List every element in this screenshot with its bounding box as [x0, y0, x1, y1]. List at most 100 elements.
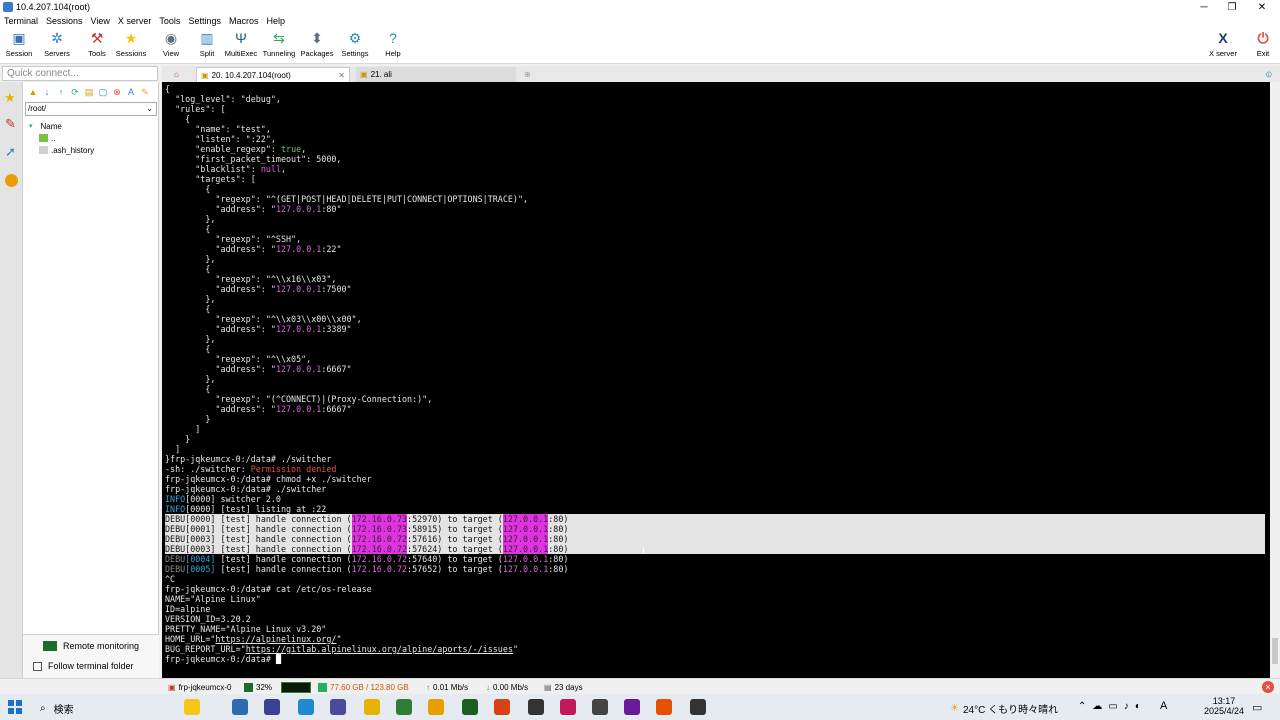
terminal-text: { [165, 84, 171, 94]
home-tab-icon[interactable]: ⌂ [170, 67, 194, 82]
taskbar-app-icon[interactable] [264, 699, 280, 715]
terminal-text: 127.0.0.1 [275, 284, 322, 294]
terminal-line: "regexp": "^SSH", [165, 234, 1265, 244]
taskbar-app-icon[interactable] [528, 699, 544, 715]
properties-icon[interactable]: ✎ [139, 86, 151, 98]
sort-icon: ▾ [29, 123, 33, 130]
list-item[interactable]: .ash_history [29, 144, 155, 156]
quick-connect-input[interactable]: Quick connect... [2, 66, 158, 81]
terminal-text: "address": " [165, 204, 276, 214]
rename-icon[interactable]: A [125, 86, 137, 98]
menu-macros[interactable]: Macros [225, 16, 263, 26]
menu-settings[interactable]: Settings [184, 16, 225, 26]
tab-session-20[interactable]: ▣ 20. 10.4.207.104(root) ✕ [196, 67, 350, 82]
follow-terminal-folder[interactable]: Follow terminal folder [33, 661, 134, 671]
new-tab-icon[interactable]: ⊕ [520, 67, 540, 82]
remote-monitoring-button[interactable]: Remote monitoring [43, 641, 139, 651]
attachment-icon[interactable]: ⦶ [1262, 67, 1278, 82]
terminal-view[interactable]: { "log_level": "debug", "rules": [ { "na… [162, 82, 1270, 678]
terminal-text: "regexp": "(^CONNECT)|(Proxy-Connection:… [165, 394, 433, 404]
uptime-label: 23 days [554, 682, 583, 692]
clock[interactable]: 13:17 2025/4/24 [1202, 696, 1246, 716]
scrollbar-thumb[interactable] [1272, 638, 1278, 664]
taskbar-app-icon[interactable] [232, 699, 248, 715]
toolbar-split-button[interactable]: ▥ Split [192, 30, 222, 62]
start-button-icon[interactable] [8, 700, 22, 714]
delete-icon[interactable]: ⊗ [111, 86, 123, 98]
terminal-text: { [165, 384, 211, 394]
toolbar-x-server-button[interactable]: X X server [1208, 30, 1238, 62]
sftp-icon[interactable]: ➚ [5, 144, 16, 160]
toolbar-packages-button[interactable]: ⬍ Packages [301, 30, 334, 62]
toolbar-exit-button[interactable]: ⏻ Exit [1248, 30, 1278, 62]
menu-x-server[interactable]: X server [114, 16, 156, 26]
terminal-text: "address": " [165, 324, 276, 334]
toolbar-settings-button[interactable]: ⚙ Settings [340, 30, 370, 62]
taskbar-app-icon[interactable] [560, 699, 576, 715]
macro-icon[interactable] [5, 174, 18, 187]
taskbar-app-icon[interactable] [396, 699, 412, 715]
menu-terminal[interactable]: Terminal [0, 16, 42, 26]
notification-icon[interactable]: ▭ [1252, 701, 1262, 714]
terminal-line: DEBU[0000] [test] handle connection (172… [165, 514, 1265, 524]
menu-sessions[interactable]: Sessions [42, 16, 87, 26]
terminal-text: ] [165, 444, 181, 454]
taskbar-app-icon[interactable] [462, 699, 478, 715]
download-icon[interactable]: ↓ [41, 86, 53, 98]
path-input[interactable]: /root/ [25, 102, 157, 116]
close-button[interactable]: ✕ [1248, 0, 1276, 14]
follow-checkbox[interactable] [33, 661, 42, 671]
refresh-icon[interactable]: ⟳ [69, 86, 81, 98]
tab-session-21[interactable]: ▣ 21. ali [356, 67, 516, 82]
weather-widget[interactable]: ☀ 24°C くもり時々晴れ [950, 701, 1058, 716]
tools-icon[interactable]: ✎ [5, 116, 16, 132]
toolbar-sessions-button[interactable]: ★ Sessions [116, 30, 146, 62]
system-tray-icons[interactable]: ⌃☁▭♪◐ [1078, 701, 1147, 712]
upload-icon[interactable]: ↑ [55, 86, 67, 98]
ime-indicator[interactable]: A [1160, 700, 1167, 712]
menu-tools[interactable]: Tools [155, 16, 184, 26]
star-icon[interactable]: ★ [4, 90, 16, 106]
terminal-line: }, [165, 334, 1265, 344]
toolbar-tools-button[interactable]: ⚒ Tools [82, 30, 112, 62]
menu-help[interactable]: Help [262, 16, 289, 26]
taskbar-app-icon[interactable] [656, 699, 672, 715]
toolbar-label: Exit [1256, 49, 1270, 58]
terminal-scrollbar[interactable] [1270, 82, 1280, 678]
toolbar-servers-button[interactable]: ✲ Servers [42, 30, 72, 62]
list-item[interactable]: .. [29, 132, 155, 144]
terminal-line: INFO[0000] switcher 2.0 [165, 494, 1265, 504]
chevron-down-icon[interactable]: ⌄ [146, 104, 153, 113]
terminal-line: } [165, 434, 1265, 444]
folder-up-icon[interactable]: ▲ [27, 86, 39, 98]
terminal-text: :57652) to target ( [407, 564, 503, 574]
toolbar-multiexec-button[interactable]: Ψ MultiExec [225, 30, 258, 62]
new-file-icon[interactable]: ▢ [97, 86, 109, 98]
taskbar-app-icon[interactable] [298, 699, 314, 715]
toolbar-label: Tunneling [262, 49, 296, 58]
taskbar-app-icon[interactable] [690, 699, 706, 715]
toolbar-view-button[interactable]: ◉ View [156, 30, 186, 62]
taskbar-app-icon[interactable] [364, 699, 380, 715]
disconnect-icon[interactable]: ✕ [1262, 681, 1274, 693]
maximize-button[interactable]: ❐ [1218, 0, 1246, 14]
cpu-label: 32% [256, 682, 273, 692]
terminal-text: "enable_regexp": [165, 144, 281, 154]
taskbar-app-icon[interactable] [592, 699, 608, 715]
terminal-text: :6667" [321, 404, 352, 414]
new-folder-icon[interactable]: ▤ [83, 86, 95, 98]
toolbar-tunneling-button[interactable]: ⇆ Tunneling [262, 30, 296, 62]
taskbar-search[interactable]: ⌕ 検索 [40, 701, 74, 716]
taskbar-app-icon[interactable] [330, 699, 346, 715]
taskbar-app-icon[interactable] [184, 699, 200, 715]
tab-close-icon[interactable]: ✕ [338, 71, 345, 80]
terminal-text: "rules": [ [165, 104, 226, 114]
menu-view[interactable]: View [87, 16, 114, 26]
taskbar-app-icon[interactable] [428, 699, 444, 715]
toolbar-help-button[interactable]: ? Help [378, 30, 408, 62]
toolbar-session-button[interactable]: ▣ Session [4, 30, 34, 62]
column-header[interactable]: ▾ Name [29, 120, 155, 132]
taskbar-app-icon[interactable] [494, 699, 510, 715]
minimize-button[interactable]: ─ [1190, 0, 1218, 14]
taskbar-app-icon[interactable] [624, 699, 640, 715]
